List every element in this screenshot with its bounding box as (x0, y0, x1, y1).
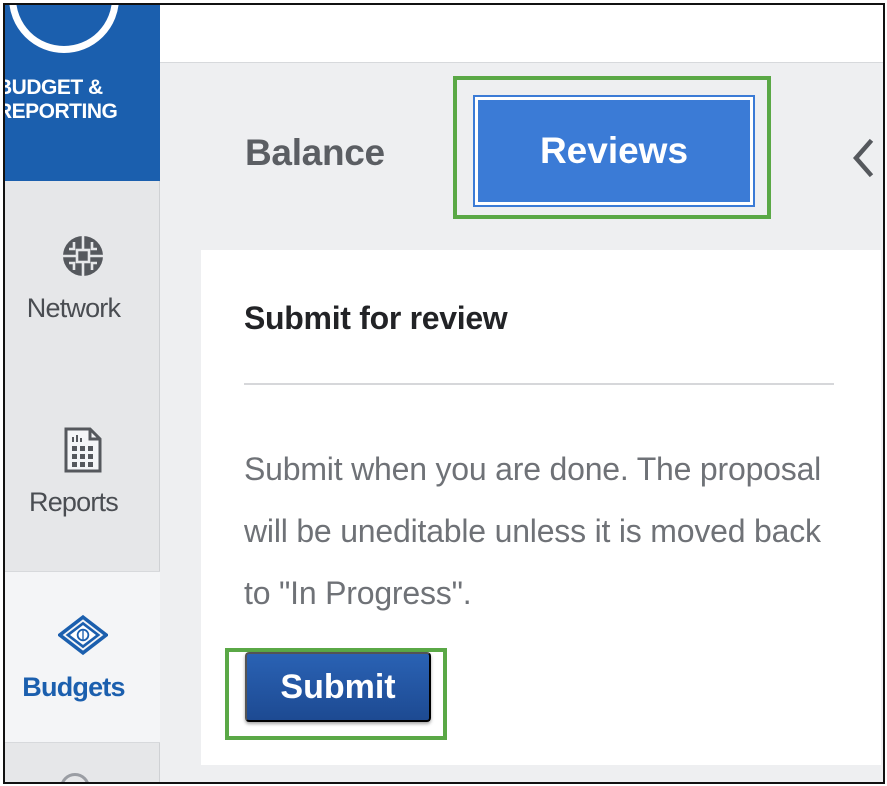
submit-button[interactable]: Submit (245, 652, 431, 722)
network-globe-icon (58, 231, 108, 281)
top-bar (160, 5, 883, 63)
review-panel-title: Submit for review (244, 300, 508, 336)
logo-circle-icon (9, 5, 119, 53)
nav-item-budgets[interactable]: Budgets (5, 571, 160, 743)
budget-diamond-icon (57, 610, 108, 660)
product-block: BUDGET & REPORTING (5, 63, 160, 181)
product-name: BUDGET & REPORTING (3, 76, 118, 123)
app-window: BUDGET & REPORTING Network Reports Budge… (3, 3, 885, 784)
report-document-icon (58, 425, 108, 475)
nav-item-network[interactable]: Network (5, 181, 160, 371)
nav-item-reports[interactable]: Reports (5, 375, 160, 565)
side-nav: BUDGET & REPORTING Network Reports Budge… (5, 5, 160, 782)
nav-item-label: Reports (29, 487, 119, 517)
tab-balance[interactable]: Balance (245, 132, 385, 174)
divider (244, 383, 834, 385)
collapse-panel-button[interactable] (843, 133, 883, 183)
nav-item-label: Budgets (22, 672, 125, 702)
chevron-left-icon (853, 138, 874, 178)
review-panel: Submit for review Submit when you are do… (201, 250, 881, 765)
review-panel-description: Submit when you are done. The proposal w… (244, 451, 822, 611)
nav-item-partial-icon[interactable] (60, 773, 90, 782)
nav-item-label: Network (26, 293, 121, 323)
logo[interactable] (5, 5, 160, 63)
tab-reviews[interactable]: Reviews (473, 95, 755, 207)
